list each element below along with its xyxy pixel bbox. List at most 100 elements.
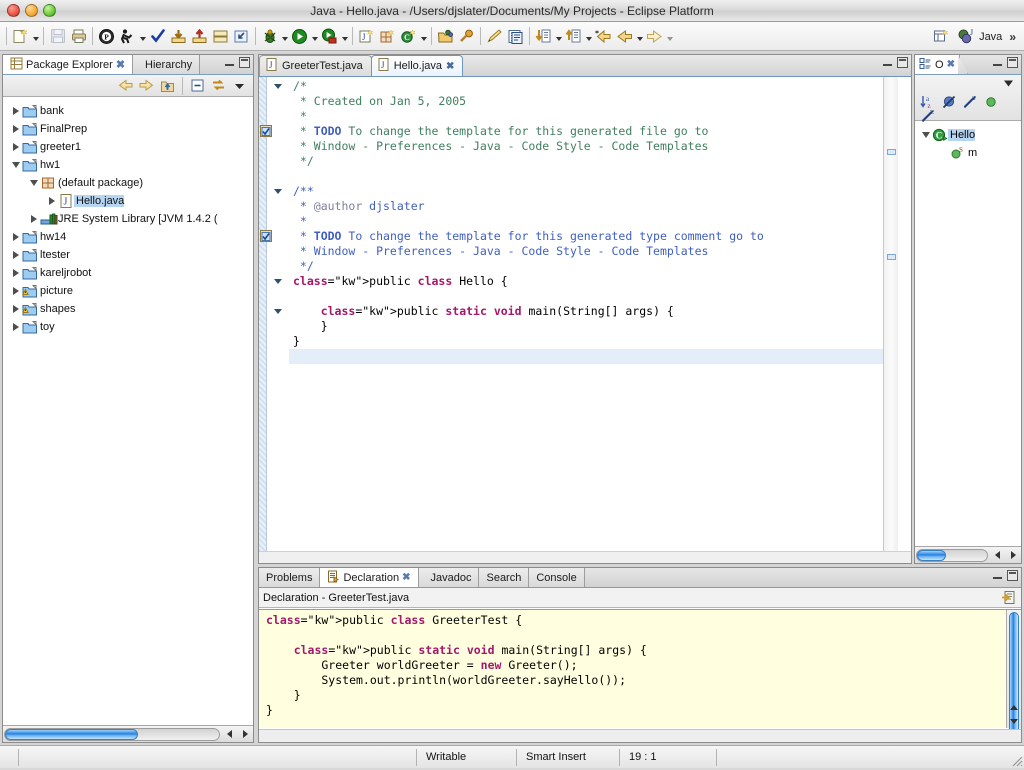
- run-icon[interactable]: [289, 26, 310, 47]
- expand-twisty-icon[interactable]: [9, 138, 22, 156]
- fold-toggle-icon[interactable]: [272, 186, 283, 197]
- package-explorer-tree[interactable]: bankFinalPrepgreeter1hw1(default package…: [3, 98, 253, 724]
- declaration-code-area[interactable]: class="kw">public class GreeterTest { cl…: [259, 609, 1021, 728]
- tree-item[interactable]: JHello.java: [3, 192, 253, 210]
- view-menu-icon[interactable]: [230, 76, 249, 95]
- minimize-view-icon[interactable]: [224, 57, 235, 68]
- expand-twisty-icon[interactable]: [27, 210, 40, 228]
- forward-icon[interactable]: [137, 76, 156, 95]
- tab-problems[interactable]: Problems: [259, 568, 320, 587]
- expand-twisty-icon[interactable]: [9, 120, 22, 138]
- expand-twisty-icon[interactable]: [9, 282, 22, 300]
- minimize-view-icon[interactable]: [992, 57, 1003, 68]
- editor-tab-greetertest[interactable]: J GreeterTest.java: [259, 55, 372, 76]
- new-java-project-icon[interactable]: J: [356, 26, 377, 47]
- open-type-icon[interactable]: P: [96, 26, 117, 47]
- import-icon[interactable]: [168, 26, 189, 47]
- hscroll-track[interactable]: [4, 728, 220, 741]
- debug-icon[interactable]: [259, 26, 280, 47]
- tree-item[interactable]: shapes: [3, 300, 253, 318]
- hscroll-left-icon[interactable]: [989, 548, 1005, 563]
- expand-twisty-icon[interactable]: [9, 264, 22, 282]
- hscroll-thumb[interactable]: [917, 550, 946, 561]
- close-button[interactable]: [7, 4, 20, 17]
- collapse-twisty-icon[interactable]: [27, 174, 40, 192]
- overview-marker[interactable]: [887, 149, 896, 155]
- extract-icon[interactable]: [231, 26, 252, 47]
- tree-item[interactable]: bank: [3, 102, 253, 120]
- pencil-icon[interactable]: [484, 26, 505, 47]
- expand-twisty-icon[interactable]: [9, 102, 22, 120]
- tab-search[interactable]: Search: [479, 568, 529, 587]
- fold-toggle-icon[interactable]: [272, 81, 283, 92]
- run-external-icon[interactable]: [319, 26, 340, 47]
- hscroll-left-icon[interactable]: [221, 727, 237, 742]
- zoom-button[interactable]: [43, 4, 56, 17]
- declaration-vscrollbar[interactable]: [1006, 610, 1021, 728]
- debug-dropdown-icon[interactable]: [280, 26, 289, 47]
- editor-overview-ruler[interactable]: [883, 77, 898, 563]
- forward-dropdown-icon[interactable]: [665, 26, 674, 47]
- print-icon[interactable]: [68, 26, 89, 47]
- expand-twisty-icon[interactable]: [9, 228, 22, 246]
- tab-console[interactable]: Console: [529, 568, 584, 587]
- hscroll-right-icon[interactable]: [237, 727, 253, 742]
- tree-item[interactable]: JRE System Library [JVM 1.4.2 (: [3, 210, 253, 228]
- open-declaration-icon[interactable]: [1001, 590, 1016, 608]
- up-icon[interactable]: [158, 76, 177, 95]
- expand-twisty-icon[interactable]: [45, 192, 58, 210]
- resize-grip[interactable]: [1009, 753, 1023, 767]
- vscroll-down-icon[interactable]: [1007, 714, 1021, 728]
- toolbar-overflow-icon[interactable]: »: [1005, 30, 1020, 44]
- hscroll-right-icon[interactable]: [1005, 548, 1021, 563]
- overview-marker[interactable]: [887, 254, 896, 260]
- maximize-view-icon[interactable]: [239, 57, 250, 68]
- new-wizard-icon[interactable]: [10, 26, 31, 47]
- next-member-dropdown-icon[interactable]: [554, 26, 563, 47]
- tab-package-explorer[interactable]: Package Explorer ✖: [3, 55, 133, 74]
- minimize-button[interactable]: [25, 4, 38, 17]
- hscroll-thumb[interactable]: [5, 729, 138, 740]
- view-menu-icon[interactable]: [1001, 78, 1016, 92]
- editor-tab-hello[interactable]: J Hello.java ✖: [371, 55, 464, 76]
- link-with-editor-icon[interactable]: [209, 76, 228, 95]
- back-icon[interactable]: [614, 26, 635, 47]
- todo-task-marker-icon[interactable]: [259, 124, 273, 138]
- outline-hscrollbar[interactable]: [915, 546, 1021, 563]
- new-class-dropdown-icon[interactable]: [419, 26, 428, 47]
- collapse-all-icon[interactable]: [188, 76, 207, 95]
- new-wizard-dropdown-icon[interactable]: [31, 26, 40, 47]
- check-icon[interactable]: [147, 26, 168, 47]
- hscroll-track[interactable]: [916, 549, 988, 562]
- tree-item[interactable]: (default package): [3, 174, 253, 192]
- code-editor-text[interactable]: /* * Created on Jan 5, 2005 * * TODO To …: [289, 77, 883, 563]
- maximize-view-icon[interactable]: [1007, 57, 1018, 68]
- todo-task-marker-icon[interactable]: [259, 229, 273, 243]
- new-package-icon[interactable]: [377, 26, 398, 47]
- back-dropdown-icon[interactable]: [635, 26, 644, 47]
- tree-item[interactable]: hw1: [3, 156, 253, 174]
- maximize-editor-icon[interactable]: [897, 57, 908, 68]
- editor-annotation-ruler[interactable]: [259, 77, 267, 563]
- expand-twisty-icon[interactable]: [9, 300, 22, 318]
- previous-member-icon[interactable]: [563, 26, 584, 47]
- tab-hierarchy[interactable]: Hierarchy: [133, 55, 200, 74]
- maximize-view-icon[interactable]: [1007, 570, 1018, 581]
- tab-javadoc[interactable]: Javadoc: [419, 568, 480, 587]
- minimize-view-icon[interactable]: [992, 570, 1003, 581]
- tree-item[interactable]: ltester: [3, 246, 253, 264]
- close-icon[interactable]: ✖: [402, 572, 410, 583]
- tree-item[interactable]: picture: [3, 282, 253, 300]
- package-explorer-hscrollbar[interactable]: [3, 725, 253, 742]
- java-perspective-icon[interactable]: J: [955, 26, 976, 47]
- tree-item[interactable]: FinalPrep: [3, 120, 253, 138]
- back-icon[interactable]: [116, 76, 135, 95]
- open-perspective-icon[interactable]: [931, 26, 952, 47]
- outline-item[interactable]: CHello: [915, 126, 1021, 144]
- back-last-edit-icon[interactable]: [593, 26, 614, 47]
- tab-declaration[interactable]: Declaration ✖: [320, 568, 418, 587]
- build-icon[interactable]: [117, 26, 138, 47]
- hide-static-icon[interactable]: S: [960, 92, 979, 111]
- close-icon[interactable]: ✖: [446, 61, 454, 72]
- save-icon[interactable]: [47, 26, 68, 47]
